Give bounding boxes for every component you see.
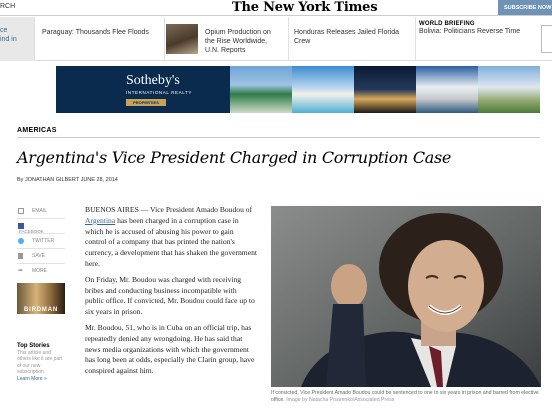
strip-item-bolivia-label: Bolivia: Politicians Reverse Time [419, 28, 521, 35]
nyt-logo[interactable]: The New York Times [232, 0, 378, 15]
share-twitter-button[interactable]: TWITTER [17, 234, 65, 249]
article-headline: Argentina's Vice President Charged in Co… [17, 148, 452, 167]
strip-item-honduras[interactable]: Honduras Releases Jailed Florida Crew [288, 17, 412, 61]
share-more-label: MORE [32, 268, 47, 274]
strip-item-bolivia-text: WORLD BRIEFING Bolivia: Politicians Reve… [419, 21, 539, 36]
ad-banner[interactable]: Sotheby's INTERNATIONAL REALTY PROPERTIE… [56, 66, 540, 113]
share-save-button[interactable]: SAVE [17, 249, 65, 264]
headlines-strip: ce ind in Paraguay: Thousands Flee Flood… [0, 17, 552, 61]
ad-photo-2 [292, 66, 354, 113]
top-stories-heading: Top Stories [17, 343, 50, 349]
search-link[interactable]: RCH [0, 3, 15, 10]
share-email-button[interactable]: EMAIL [17, 204, 65, 219]
strip-item-paraguay-label: Paraguay: Thousands Flee Floods [42, 29, 149, 36]
share-more-button[interactable]: ➦ MORE [17, 264, 65, 279]
strip-item-paraguay[interactable]: Paraguay: Thousands Flee Floods [34, 17, 164, 61]
photo-caption: If convicted, Vice President Amado Boudo… [271, 390, 543, 404]
strip-item-current[interactable]: ce ind in [0, 17, 34, 61]
paragraph-3: Mr. Boudou, 51, who is in Cuba on an off… [85, 322, 255, 376]
ad-photo-4 [416, 66, 478, 113]
paragraph-2: On Friday, Mr. Boudou was charged with r… [85, 274, 255, 317]
ad-photo-1 [230, 66, 292, 113]
strip-item-current-label: ce ind in [0, 27, 17, 43]
save-icon [18, 253, 23, 259]
ad-logo: Sotheby's [126, 73, 180, 88]
share-email-label: EMAIL [32, 208, 48, 214]
learn-more-link[interactable]: Learn More » [17, 376, 47, 382]
paragraph-1-text: BUENOS AIRES — Vice President Amado Boud… [85, 205, 253, 214]
share-save-label: SAVE [32, 253, 45, 259]
strip-item-honduras-label: Honduras Releases Jailed Florida Crew [294, 29, 400, 45]
email-icon [18, 208, 24, 214]
paragraph-1: BUENOS AIRES — Vice President Amado Boud… [85, 205, 257, 270]
ad-photo-5 [478, 66, 540, 113]
top-stories-box: Top Stories This article and others like… [17, 343, 65, 382]
share-twitter-label: TWITTER [32, 238, 55, 244]
strip-next-arrow[interactable] [541, 25, 552, 53]
ad-subtitle: INTERNATIONAL REALTY [126, 90, 192, 95]
article-photo[interactable] [271, 206, 541, 387]
section-divider [17, 137, 540, 138]
share-tools: EMAIL FACEBOOK TWITTER SAVE ➦ MORE [17, 204, 65, 279]
birdman-promo-word: BIRDMAN [24, 307, 58, 313]
byline: By JONATHAN GILBERT JUNE 28, 2014 [17, 177, 118, 183]
ad-photo-3 [354, 66, 416, 113]
photo-credit: Image by Natacha Pisarenko/Associated Pr… [284, 397, 395, 403]
top-stories-text: This article and others like it are part… [17, 349, 63, 376]
twitter-icon [18, 238, 24, 244]
boudou-photo [271, 206, 541, 387]
birdman-promo-image[interactable]: BIRDMAN [17, 283, 65, 314]
ad-brand-panel: Sotheby's INTERNATIONAL REALTY PROPERTIE… [56, 66, 230, 113]
ad-properties-button[interactable]: PROPERTIES [126, 99, 166, 106]
section-label[interactable]: AMERICAS [17, 127, 57, 134]
argentina-link[interactable]: Argentina [85, 216, 115, 225]
more-icon: ➦ [18, 268, 24, 274]
strip-item-bolivia[interactable]: WORLD BRIEFING Bolivia: Politicians Reve… [415, 17, 539, 61]
strip-item-bolivia-kicker: WORLD BRIEFING [419, 21, 475, 27]
subscribe-button[interactable]: SUBSCRIBE NOW [498, 0, 552, 15]
share-facebook-button[interactable]: FACEBOOK [17, 219, 65, 234]
top-bar: RCH The New York Times SUBSCRIBE NOW [0, 0, 552, 16]
strip-item-opium-label: Opium Production on the Rise Worldwide, … [205, 29, 271, 54]
article-body: BUENOS AIRES — Vice President Amado Boud… [85, 205, 257, 382]
strip-item-opium[interactable]: Opium Production on the Rise Worldwide, … [164, 17, 284, 61]
